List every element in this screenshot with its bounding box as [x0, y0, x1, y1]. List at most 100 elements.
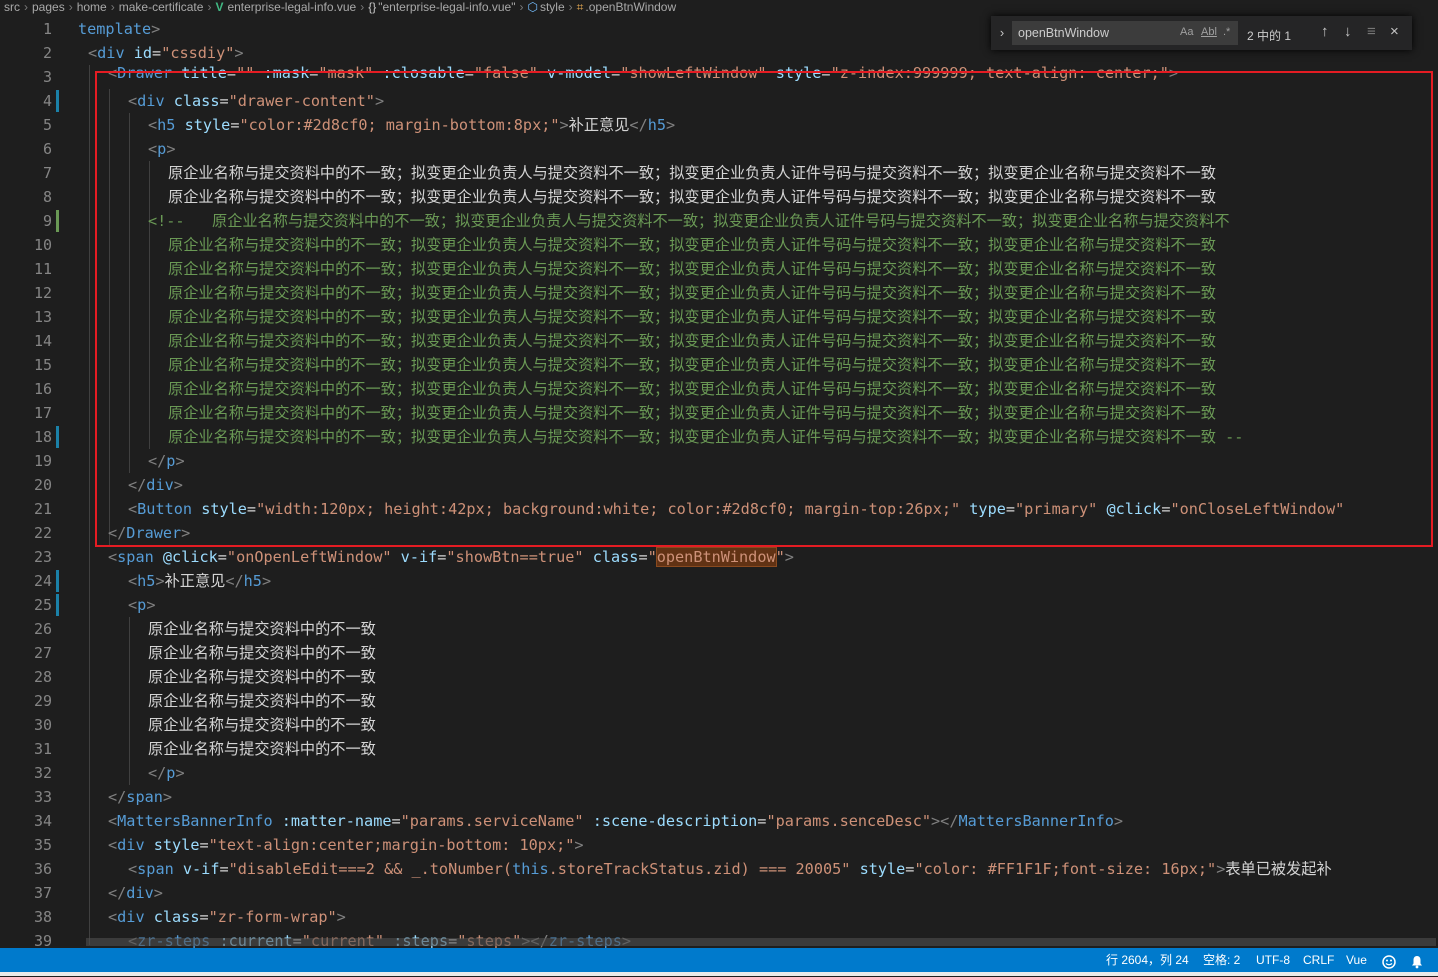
find-input-value: openBtnWindow	[1018, 26, 1110, 40]
code-text: 原企业名称与提交资料中的不一致；拟变更企业负责人与提交资料不一致；拟变更企业负责…	[168, 260, 1216, 278]
breadcrumb-selector[interactable]: .openBtnWindow	[585, 0, 676, 14]
line-number: 10	[33, 236, 52, 254]
code-text: 原企业名称与提交资料中的不一致；拟变更企业负责人与提交资料不一致；拟变更企业负责…	[168, 332, 1216, 350]
breadcrumb-src[interactable]: src	[4, 0, 20, 14]
code-text: 原企业名称与提交资料中的不一致；拟变更企业负责人与提交资料不一致；拟变更企业负责…	[168, 164, 1216, 182]
breadcrumb-home[interactable]: home	[77, 0, 107, 14]
line-number: 13	[33, 308, 52, 326]
line-number: 39	[33, 932, 52, 948]
code-line: 28 原企业名称与提交资料中的不一致	[0, 665, 1438, 689]
line-number: 22	[33, 524, 52, 542]
chevron-right-icon: ›	[68, 0, 73, 14]
find-in-selection-icon[interactable]: ≡	[1367, 23, 1376, 40]
code-text: 原企业名称与提交资料中的不一致；拟变更企业负责人与提交资料不一致；拟变更企业负责…	[168, 404, 1216, 422]
code-line: 32 </p>	[0, 761, 1438, 785]
code-text: <Button style="width:120px; height:42px;…	[128, 500, 1345, 518]
next-match-icon[interactable]: ↓	[1344, 23, 1352, 40]
code-text: <!-- 原企业名称与提交资料中的不一致；拟变更企业负责人与提交资料不一致；拟变…	[148, 212, 1230, 230]
line-number: 15	[33, 356, 52, 374]
line-number: 36	[33, 860, 52, 878]
git-added-marker[interactable]	[56, 210, 59, 232]
code-text: <p>	[128, 596, 156, 614]
code-text: <h5 style="color:#2d8cf0; margin-bottom:…	[148, 116, 676, 134]
horizontal-scrollbar[interactable]	[86, 938, 1436, 946]
line-number: 8	[42, 188, 52, 206]
close-icon[interactable]: ×	[1390, 23, 1399, 40]
code-line: 6 <p>	[0, 137, 1438, 161]
code-text: template>	[78, 20, 161, 38]
code-text: <p>	[148, 140, 176, 158]
regex-icon[interactable]: .*	[1223, 26, 1230, 38]
find-input[interactable]: openBtnWindow Aa Abl .*	[1012, 21, 1238, 45]
breadcrumb-file[interactable]: enterprise-legal-info.vue	[227, 0, 356, 14]
chevron-right-icon: ›	[568, 0, 573, 14]
cursor-position[interactable]: 行 2604，列 24	[1106, 948, 1189, 972]
code-text: 原企业名称与提交资料中的不一致	[148, 644, 376, 662]
code-text: 原企业名称与提交资料中的不一致；拟变更企业负责人与提交资料不一致；拟变更企业负责…	[168, 236, 1216, 254]
git-modified-marker[interactable]	[56, 570, 59, 592]
code-text: 原企业名称与提交资料中的不一致；拟变更企业负责人与提交资料不一致；拟变更企业负责…	[168, 380, 1216, 398]
code-line: 24 <h5>补正意见</h5>	[0, 569, 1438, 593]
git-modified-marker[interactable]	[56, 426, 59, 448]
code-editor[interactable]: 1 template> 2 <div id="cssdiy"> 3 <Drawe…	[0, 17, 1438, 948]
line-number: 19	[33, 452, 52, 470]
code-text: <div class="zr-form-wrap">	[108, 908, 346, 926]
code-line: 4 <div class="drawer-content">	[0, 89, 1438, 113]
code-text: 原企业名称与提交资料中的不一致	[148, 716, 376, 734]
code-line: 37 </div>	[0, 881, 1438, 905]
line-number: 33	[33, 788, 52, 806]
code-line: 31 原企业名称与提交资料中的不一致	[0, 737, 1438, 761]
code-text: </span>	[108, 788, 173, 806]
code-text: <Drawer title="" :mask="mask" :closable=…	[108, 64, 1179, 82]
code-text: 原企业名称与提交资料中的不一致；拟变更企业负责人与提交资料不一致；拟变更企业负责…	[168, 428, 1244, 446]
eol-setting[interactable]: CRLF	[1303, 948, 1334, 972]
line-number: 26	[33, 620, 52, 638]
line-number: 34	[33, 812, 52, 830]
encoding-setting[interactable]: UTF-8	[1256, 948, 1290, 972]
code-text: <div class="drawer-content">	[128, 92, 385, 110]
breadcrumb-module[interactable]: "enterprise-legal-info.vue"	[378, 0, 515, 14]
git-modified-marker[interactable]	[56, 594, 59, 616]
breadcrumb-style[interactable]: style	[540, 0, 565, 14]
toggle-replace-chevron-icon[interactable]: ›	[995, 24, 1009, 42]
breadcrumb-make-certificate[interactable]: make-certificate	[119, 0, 204, 14]
code-line: 35 <div style="text-align:center;margin-…	[0, 833, 1438, 857]
code-line: 9 <!-- 原企业名称与提交资料中的不一致；拟变更企业负责人与提交资料不一致；…	[0, 209, 1438, 233]
code-line: 33 </span>	[0, 785, 1438, 809]
code-text: </Drawer>	[108, 524, 191, 542]
code-text: 原企业名称与提交资料中的不一致；拟变更企业负责人与提交资料不一致；拟变更企业负责…	[168, 356, 1216, 374]
previous-match-icon[interactable]: ↑	[1321, 23, 1329, 40]
indentation-setting[interactable]: 空格: 2	[1203, 948, 1240, 972]
line-number: 11	[33, 260, 52, 278]
code-text: 原企业名称与提交资料中的不一致	[148, 740, 376, 758]
language-mode[interactable]: Vue	[1346, 948, 1367, 972]
code-line: 23 <span @click="onOpenLeftWindow" v-if=…	[0, 545, 1438, 569]
line-number: 18	[33, 428, 52, 446]
breadcrumb-pages[interactable]: pages	[32, 0, 65, 14]
git-modified-marker[interactable]	[56, 90, 59, 112]
chevron-right-icon: ›	[207, 0, 212, 14]
code-line: 5 <h5 style="color:#2d8cf0; margin-botto…	[0, 113, 1438, 137]
match-count: 2 中的 1	[1247, 29, 1292, 43]
code-text: 原企业名称与提交资料中的不一致	[148, 692, 376, 710]
line-number: 38	[33, 908, 52, 926]
cube-icon: ⬡	[527, 0, 538, 14]
bottom-edge	[0, 972, 1438, 976]
line-number: 12	[33, 284, 52, 302]
line-number: 32	[33, 764, 52, 782]
code-line: 22 </Drawer>	[0, 521, 1438, 545]
code-text: <span v-if="disableEdit===2 && _.toNumbe…	[128, 860, 1332, 878]
code-line: 12 原企业名称与提交资料中的不一致；拟变更企业负责人与提交资料不一致；拟变更企…	[0, 281, 1438, 305]
whole-word-icon[interactable]: Abl	[1201, 26, 1217, 38]
code-line: 7 原企业名称与提交资料中的不一致；拟变更企业负责人与提交资料不一致；拟变更企业…	[0, 161, 1438, 185]
line-number: 31	[33, 740, 52, 758]
bell-icon[interactable]	[1410, 953, 1424, 969]
code-line: 27 原企业名称与提交资料中的不一致	[0, 641, 1438, 665]
selector-icon: ⌗	[576, 0, 584, 14]
chevron-right-icon: ›	[24, 0, 28, 14]
code-line: 25 <p>	[0, 593, 1438, 617]
smiley-icon[interactable]	[1382, 953, 1396, 969]
chevron-right-icon: ›	[519, 0, 524, 14]
code-text: 原企业名称与提交资料中的不一致；拟变更企业负责人与提交资料不一致；拟变更企业负责…	[168, 284, 1216, 302]
match-case-icon[interactable]: Aa	[1180, 26, 1193, 38]
